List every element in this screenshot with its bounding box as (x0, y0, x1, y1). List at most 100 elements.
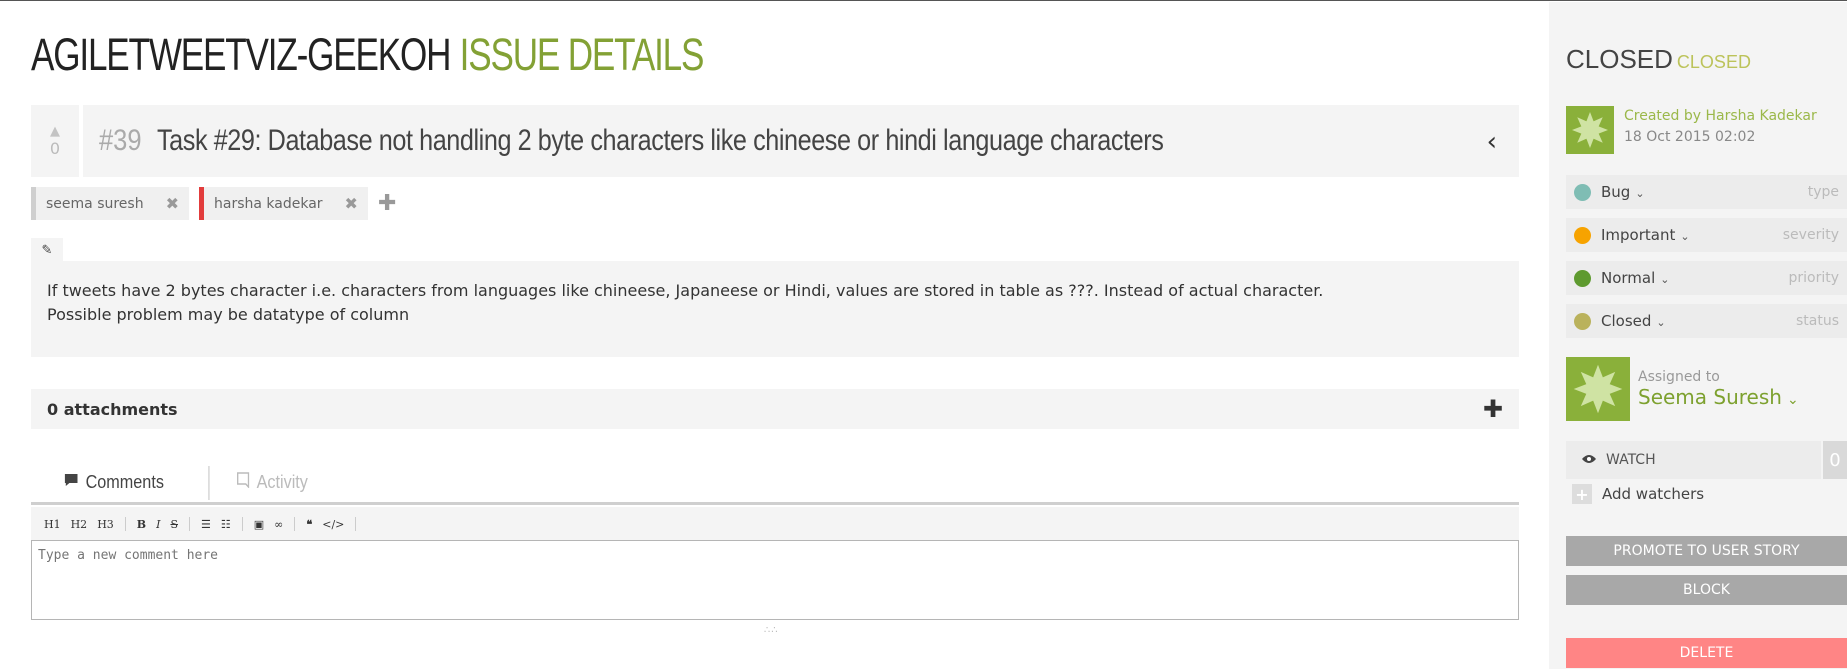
attachments-label: attachments (63, 399, 178, 419)
pencil-icon: ✎ (41, 242, 53, 258)
comment-input[interactable] (31, 540, 1519, 620)
h3-button[interactable]: H3 (92, 518, 119, 531)
assigned-to: Assigned to Seema Suresh ⌄ (1566, 357, 1799, 421)
created-by[interactable]: Created by Harsha Kadekar (1624, 106, 1817, 127)
tags-row: seema suresh ✖ harsha kadekar ✖ ✚ (31, 187, 396, 220)
image-icon[interactable]: ▣ (249, 518, 269, 531)
upvote-icon: ▲ (50, 124, 60, 139)
quote-icon[interactable]: ❝ (301, 518, 317, 531)
toolbar-divider (355, 517, 357, 531)
issue-subject[interactable]: Task #29: Database not handling 2 byte c… (157, 124, 1164, 158)
issue-ref: #39 (99, 124, 142, 157)
block-button[interactable]: BLOCK (1566, 575, 1847, 605)
created-date: 18 Oct 2015 02:02 (1624, 129, 1756, 145)
priority-selector[interactable]: Normal ⌄ priority (1566, 261, 1847, 295)
status-main: CLOSED (1566, 44, 1673, 74)
activity-icon (237, 472, 250, 493)
bold-button[interactable]: B (132, 518, 151, 531)
page-title: AGILETWEETVIZ-GEEKOH ISSUE DETAILS (31, 29, 705, 81)
numbered-list-icon[interactable]: ☷ (216, 518, 236, 531)
status-selector[interactable]: Closed ⌄ status (1566, 304, 1847, 338)
h2-button[interactable]: H2 (66, 518, 93, 531)
remove-tag-icon[interactable]: ✖ (345, 194, 358, 213)
watch-label: WATCH (1606, 452, 1656, 468)
tab-comments-label: Comments (85, 472, 164, 492)
severity-selector[interactable]: Important ⌄ severity (1566, 218, 1847, 252)
description-line: Possible problem may be datatype of colu… (47, 305, 410, 324)
severity-label: severity (1782, 227, 1839, 243)
assigned-text: Assigned to Seema Suresh ⌄ (1638, 369, 1799, 409)
toolbar-divider (294, 517, 296, 531)
status-dot (1574, 312, 1591, 330)
vote-count: 0 (49, 139, 61, 158)
italic-button[interactable]: I (151, 518, 165, 531)
severity-dot (1574, 226, 1591, 244)
assignee-selector[interactable]: Seema Suresh ⌄ (1638, 385, 1799, 409)
priority-dot (1574, 269, 1591, 287)
comment-icon (64, 473, 78, 492)
chevron-left-icon[interactable]: ‹ (1487, 127, 1497, 157)
toolbar-divider (241, 517, 243, 531)
tab-activity-label: Activity (256, 472, 308, 492)
watch-count: 0 (1823, 441, 1847, 479)
plus-icon: + (1572, 484, 1592, 504)
tag-item: seema suresh ✖ (31, 187, 189, 220)
priority-value: Normal (1601, 269, 1656, 287)
priority-label: priority (1788, 270, 1839, 286)
type-label: type (1807, 184, 1839, 200)
issue-sidebar: CLOSED CLOSED Created by Harsha Kadekar 1… (1549, 2, 1847, 669)
watch-button[interactable]: WATCH (1566, 441, 1821, 479)
vote-button[interactable]: ▲ 0 (31, 105, 79, 177)
avatar-flower-icon (1572, 112, 1608, 148)
avatar-flower-icon (1573, 364, 1623, 414)
status-heading: CLOSED CLOSED (1566, 44, 1751, 75)
attachments-count: 0 (47, 399, 59, 419)
delete-button[interactable]: DELETE (1566, 638, 1847, 668)
type-value: Bug (1601, 183, 1631, 201)
attachments-summary: 0 attachments (47, 400, 178, 419)
issue-header: ▲ 0 #39 Task #29: Database not handling … (31, 105, 1519, 177)
add-watchers-button[interactable]: + Add watchers (1572, 484, 1704, 504)
promote-to-user-story-button[interactable]: PROMOTE TO USER STORY (1566, 536, 1847, 566)
assigned-label: Assigned to (1638, 369, 1720, 385)
remove-tag-icon[interactable]: ✖ (166, 194, 179, 213)
bullet-list-icon[interactable]: ☰ (196, 518, 216, 531)
h1-button[interactable]: H1 (39, 518, 66, 531)
link-icon[interactable]: ∞ (269, 518, 288, 531)
type-dot (1574, 183, 1591, 201)
tag-label: seema suresh (46, 195, 144, 212)
editor-toolbar: H1 H2 H3 B I S ☰ ☷ ▣ ∞ ❝ </> (31, 507, 1519, 541)
description-line: If tweets have 2 bytes character i.e. ch… (47, 281, 1324, 300)
issue-title-box: #39 Task #29: Database not handling 2 by… (83, 105, 1519, 177)
tab-comments[interactable]: Comments (37, 466, 191, 500)
severity-value: Important (1601, 226, 1676, 244)
edit-description-button[interactable]: ✎ (31, 238, 63, 262)
add-tag-icon[interactable]: ✚ (378, 191, 396, 216)
resize-handle[interactable]: ∴∴ (764, 625, 779, 636)
assignee-avatar (1566, 357, 1630, 421)
assignee-name: Seema Suresh (1638, 385, 1782, 409)
status-label: status (1795, 313, 1839, 329)
strike-button[interactable]: S (165, 518, 183, 531)
toolbar-divider (189, 517, 190, 531)
tag-label: harsha kadekar (214, 195, 323, 212)
issue-description[interactable]: If tweets have 2 bytes character i.e. ch… (31, 261, 1519, 357)
chevron-down-icon: ⌄ (1786, 392, 1799, 408)
chevron-down-icon: ⌄ (1656, 316, 1666, 329)
section-name: ISSUE DETAILS (459, 29, 705, 80)
add-attachment-icon[interactable]: ✚ (1483, 395, 1503, 423)
add-watchers-label: Add watchers (1602, 485, 1705, 503)
chevron-down-icon: ⌄ (1660, 273, 1670, 286)
eye-icon (1582, 452, 1596, 468)
chevron-down-icon: ⌄ (1680, 230, 1690, 243)
toolbar-divider (124, 517, 126, 531)
status-sub: CLOSED (1676, 52, 1751, 72)
status-value: Closed (1601, 312, 1652, 330)
tab-activity[interactable]: Activity (208, 465, 335, 500)
project-name: AGILETWEETVIZ-GEEKOH (31, 29, 451, 80)
code-icon[interactable]: </> (317, 518, 349, 531)
type-selector[interactable]: Bug ⌄ type (1566, 175, 1847, 209)
avatar (1566, 106, 1614, 154)
chevron-down-icon: ⌄ (1635, 187, 1645, 200)
tag-item: harsha kadekar ✖ (199, 187, 368, 220)
